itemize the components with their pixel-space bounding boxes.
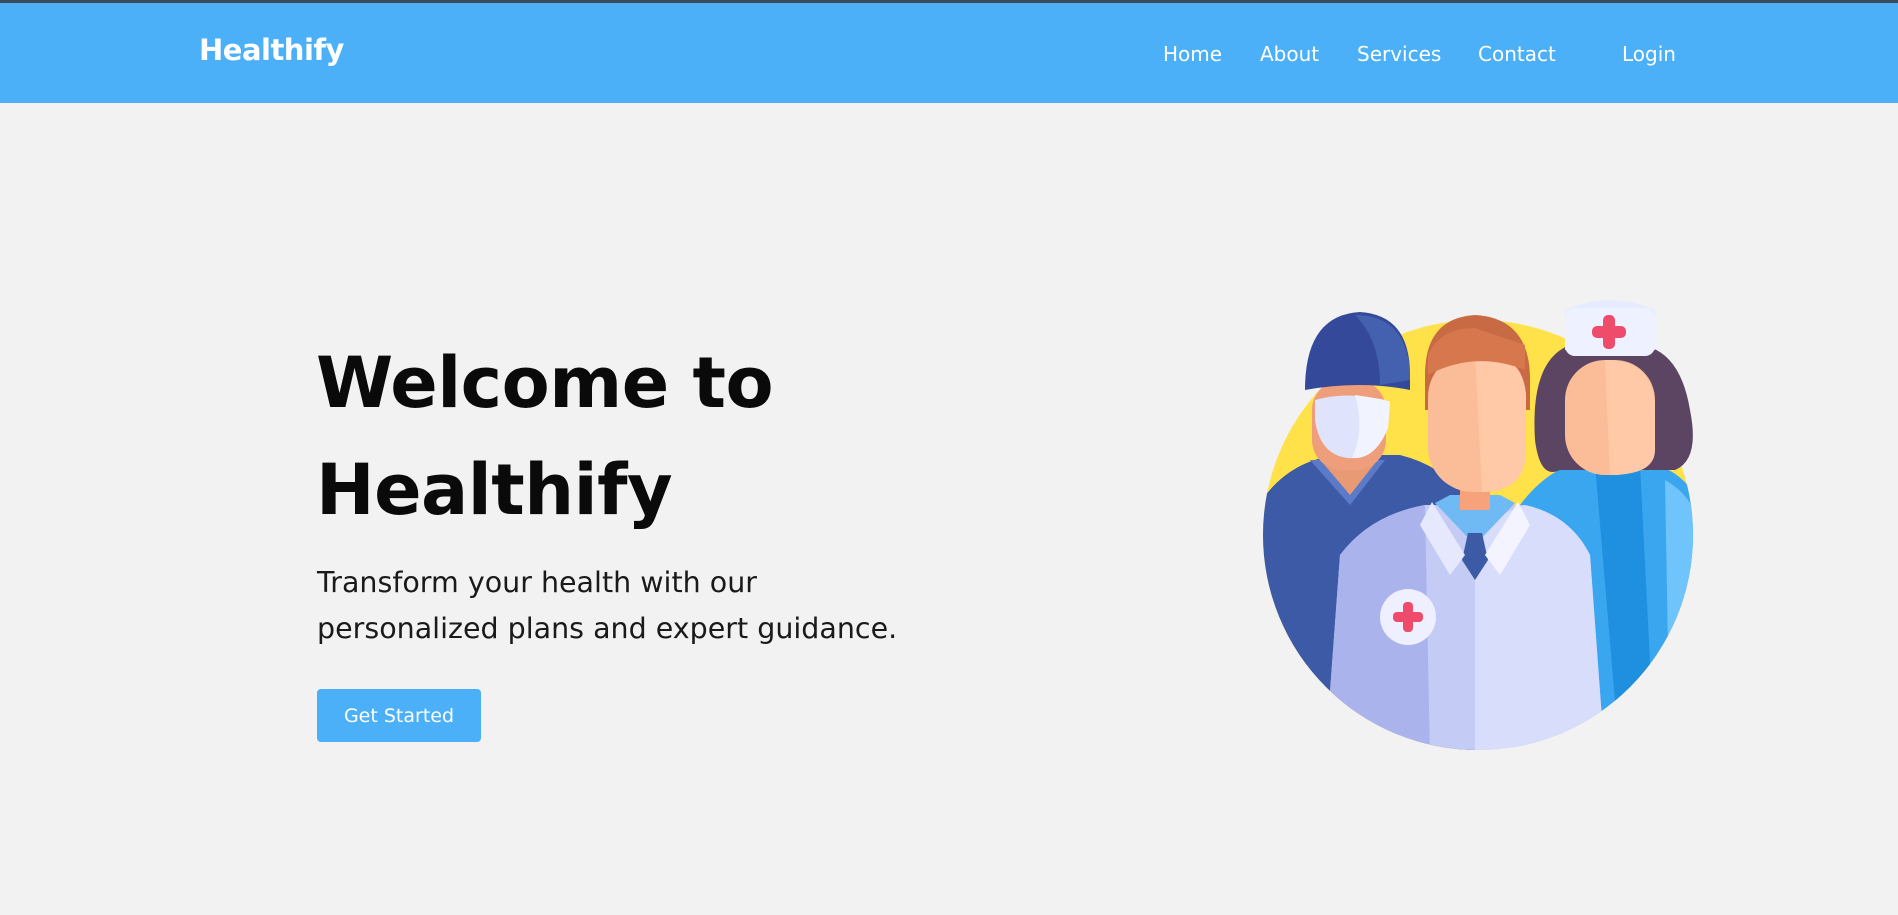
nav-services-link[interactable]: Services bbox=[1357, 42, 1441, 66]
nav-about-link[interactable]: About bbox=[1260, 42, 1319, 66]
get-started-button[interactable]: Get Started bbox=[317, 689, 481, 742]
navbar: Healthify Home About Services Contact Lo… bbox=[0, 3, 1898, 103]
hero-title-line-2: Healthify bbox=[316, 449, 673, 531]
hero-title-line-1: Welcome to bbox=[316, 342, 774, 424]
nav-contact-link[interactable]: Contact bbox=[1478, 42, 1556, 66]
hero-subtitle-line-2: personalized plans and expert guidance. bbox=[317, 612, 898, 645]
hero-subtitle: Transform your health with our personali… bbox=[317, 560, 997, 652]
nav-login-link[interactable]: Login bbox=[1622, 42, 1676, 66]
hero-subtitle-line-1: Transform your health with our bbox=[317, 566, 757, 599]
hero-title: Welcome to Healthify bbox=[316, 330, 1016, 544]
nav-home-link[interactable]: Home bbox=[1163, 42, 1222, 66]
medical-staff-illustration bbox=[1263, 300, 1693, 750]
brand-logo[interactable]: Healthify bbox=[199, 33, 344, 67]
